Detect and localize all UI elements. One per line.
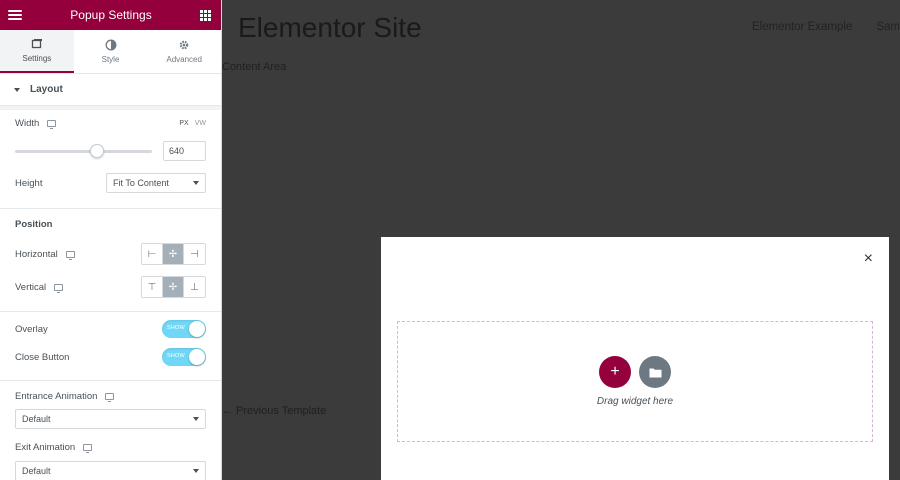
layout-section-title: Layout: [30, 84, 63, 95]
width-slider-handle[interactable]: [90, 143, 105, 158]
site-title[interactable]: Elementor Site: [238, 12, 422, 44]
close-icon[interactable]: ×: [864, 251, 873, 267]
exit-animation-label-text: Exit Animation: [15, 441, 76, 453]
vertical-label-text: Vertical: [15, 281, 47, 293]
switch-knob: [189, 349, 205, 365]
settings-tabs: Settings Style Advanced: [0, 30, 221, 74]
vertical-align-group: ⊤ ✢ ⊥: [141, 276, 206, 298]
plus-icon: +: [610, 363, 620, 380]
align-right-button[interactable]: ⊣: [184, 244, 205, 264]
hamburger-menu-icon[interactable]: [8, 10, 22, 20]
tab-settings[interactable]: Settings: [0, 30, 74, 73]
unit-vw[interactable]: VW: [195, 120, 206, 127]
align-bottom-button[interactable]: ⊥: [184, 277, 205, 297]
dropdown-arrow-icon: [193, 417, 199, 421]
layout-panel: Width PX VW 640 Height Fit To Content Po…: [0, 110, 221, 480]
previous-template-link[interactable]: ← Previous Template: [222, 405, 326, 417]
sidebar-header: Popup Settings: [0, 0, 221, 30]
widgets-grid-icon[interactable]: [200, 9, 211, 21]
entrance-animation-label: Entrance Animation: [15, 390, 115, 402]
widget-drop-zone[interactable]: + Drag widget here: [397, 321, 873, 442]
close-button-label: Close Button: [15, 351, 70, 363]
sidebar-title: Popup Settings: [70, 8, 152, 22]
height-select-value: Fit To Content: [113, 178, 169, 188]
desktop-monitor-icon[interactable]: [83, 443, 93, 453]
align-top-button[interactable]: ⊤: [142, 277, 163, 297]
add-section-button[interactable]: +: [599, 356, 631, 388]
popup-preview: × + Drag widget here: [381, 237, 889, 480]
exit-animation-label: Exit Animation: [15, 441, 93, 453]
horizontal-label-text: Horizontal: [15, 248, 58, 260]
overlay-switch-state: SHOW: [167, 325, 185, 331]
settings-icon: [31, 39, 42, 49]
width-label: Width: [15, 117, 57, 129]
height-label: Height: [15, 177, 43, 189]
layout-section-toggle[interactable]: Layout: [0, 74, 221, 106]
entrance-animation-select[interactable]: Default: [15, 409, 206, 429]
desktop-monitor-icon[interactable]: [65, 250, 75, 260]
width-input[interactable]: 640: [163, 141, 206, 161]
dropdown-arrow-icon: [193, 181, 199, 185]
width-units: PX VW: [179, 120, 206, 127]
position-heading: Position: [15, 218, 53, 230]
editor-sidebar: Popup Settings Settings Style Advanced L…: [0, 0, 222, 480]
unit-px[interactable]: PX: [179, 120, 188, 127]
tab-style-label: Style: [101, 55, 120, 64]
width-control: 640: [15, 136, 206, 166]
desktop-monitor-icon[interactable]: [54, 283, 64, 293]
desktop-monitor-icon[interactable]: [47, 119, 57, 129]
nav-link[interactable]: Elementor Example: [752, 21, 852, 33]
folder-icon: [649, 368, 661, 377]
exit-animation-select[interactable]: Default: [15, 461, 206, 480]
height-select[interactable]: Fit To Content: [106, 173, 206, 193]
switch-knob: [189, 321, 205, 337]
entrance-animation-value: Default: [22, 414, 51, 424]
caret-down-icon: [14, 87, 20, 92]
tab-settings-label: Settings: [22, 54, 52, 63]
entrance-animation-label-text: Entrance Animation: [15, 390, 98, 402]
vertical-label: Vertical: [15, 281, 64, 293]
nav-link[interactable]: Sam: [876, 21, 900, 33]
close-button-switch-state: SHOW: [167, 353, 185, 359]
tab-advanced-label: Advanced: [166, 55, 202, 64]
drag-widget-hint: Drag widget here: [596, 396, 674, 407]
desktop-monitor-icon[interactable]: [105, 392, 115, 402]
align-center-button[interactable]: ✢: [163, 244, 184, 264]
width-label-text: Width: [15, 117, 40, 129]
align-middle-button[interactable]: ✢: [163, 277, 184, 297]
dropdown-arrow-icon: [193, 469, 199, 473]
width-slider[interactable]: [15, 143, 152, 158]
exit-animation-value: Default: [22, 466, 51, 476]
overlay-switch[interactable]: SHOW: [162, 320, 206, 338]
preview-canvas: Elementor Site Elementor Example Sam Con…: [222, 0, 900, 480]
drop-zone-buttons: +: [599, 356, 671, 388]
tab-style[interactable]: Style: [74, 30, 148, 73]
close-button-switch[interactable]: SHOW: [162, 348, 206, 366]
site-nav: Elementor Example Sam: [752, 21, 900, 33]
align-left-button[interactable]: ⊢: [142, 244, 163, 264]
horizontal-label: Horizontal: [15, 249, 75, 260]
content-area-label: Content Area: [222, 61, 287, 73]
tab-advanced[interactable]: Advanced: [147, 30, 221, 73]
overlay-label: Overlay: [15, 323, 48, 335]
add-template-button[interactable]: [639, 356, 671, 388]
style-half-circle-icon: [105, 39, 116, 51]
gear-icon: [179, 40, 189, 50]
horizontal-align-group: ⊢ ✢ ⊣: [141, 243, 206, 265]
